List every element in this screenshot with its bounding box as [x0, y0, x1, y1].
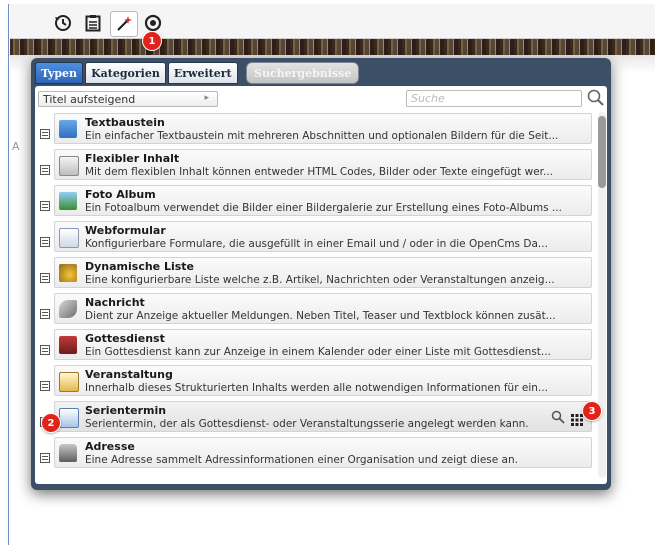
list-item[interactable]: Nachricht Dient zur Anzeige aktueller Mel…	[38, 292, 594, 326]
photo-album-icon	[59, 192, 77, 210]
type-title: Textbaustein	[85, 116, 165, 129]
type-title: Gottesdienst	[85, 332, 165, 345]
type-description: Serientermin, der als Gottesdienst- oder…	[85, 418, 529, 430]
type-title: Serientermin	[85, 404, 167, 417]
type-card[interactable]: Dynamische Liste Eine konfigurierbare Lis…	[54, 257, 592, 288]
search-input[interactable]	[406, 90, 582, 107]
callout-badge-2: 2	[42, 414, 60, 432]
grid-icon[interactable]	[571, 411, 583, 426]
drag-handle-icon[interactable]	[40, 160, 50, 175]
type-title: Foto Album	[85, 188, 156, 201]
list-item[interactable]: Gottesdienst Ein Gottesdienst kann zur An…	[38, 328, 594, 362]
type-card[interactable]: Textbaustein Ein einfacher Textbaustein m…	[54, 113, 592, 144]
type-title: Dynamische Liste	[85, 260, 195, 273]
event-icon	[59, 372, 79, 392]
type-description: Ein Fotoalbum verwendet die Bilder einer…	[85, 202, 562, 214]
list-item[interactable]: Dynamische Liste Eine konfigurierbare Lis…	[38, 256, 594, 290]
search-icon[interactable]	[551, 410, 565, 428]
scrollbar-thumb[interactable]	[598, 116, 606, 188]
editor-toolbar	[10, 4, 655, 39]
type-description: Konfigurierbare Formulare, die ausgefüll…	[85, 238, 548, 250]
drag-handle-icon[interactable]	[40, 196, 50, 211]
address-icon	[59, 444, 77, 462]
type-card[interactable]: Veranstaltung Innerhalb dieses Strukturie…	[54, 365, 592, 396]
news-icon	[59, 300, 77, 318]
clipboard-icon[interactable]	[82, 12, 104, 34]
type-description: Ein Gottesdienst kann zur Anzeige in ein…	[85, 346, 551, 358]
type-card[interactable]: Nachricht Dient zur Anzeige aktueller Mel…	[54, 293, 592, 324]
drag-handle-icon[interactable]	[40, 304, 50, 319]
drag-handle-icon[interactable]	[40, 376, 50, 391]
types-panel: Titel aufsteigend ▸ TextbausteinEin einf…	[35, 86, 607, 484]
tab-bar: Typen Kategorien Erweitert	[35, 62, 238, 84]
target-icon[interactable]	[142, 12, 164, 34]
list-item[interactable]: Veranstaltung Innerhalb dieses Strukturie…	[38, 364, 594, 398]
drag-handle-icon[interactable]	[40, 340, 50, 355]
callout-badge-3: 3	[583, 402, 601, 420]
series-event-icon	[59, 408, 79, 428]
gallery-dialog: Typen Kategorien Erweitert Suchergebniss…	[31, 58, 611, 490]
tab-erweitert[interactable]: Erweitert	[167, 62, 238, 84]
type-title: Adresse	[85, 440, 135, 453]
flexible-content-icon	[59, 156, 79, 176]
callout-badge-1: 1	[143, 32, 161, 50]
sort-select-value: Titel aufsteigend	[43, 92, 136, 106]
web-form-icon	[59, 228, 79, 248]
type-card[interactable]: Gottesdienst Ein Gottesdienst kann zur An…	[54, 329, 592, 360]
magic-wand-icon[interactable]	[110, 11, 138, 37]
type-list: Textbaustein Ein einfacher Textbaustein m…	[38, 112, 594, 478]
text-block-icon	[59, 120, 77, 138]
tab-kategorien[interactable]: Kategorien	[85, 62, 166, 84]
header-image	[10, 39, 655, 55]
list-item[interactable]: Webformular Konfigurierbare Formulare, di…	[38, 220, 594, 254]
sort-select[interactable]: Titel aufsteigend ▸	[38, 91, 218, 107]
tab-suchergebnisse: Suchergebnisse	[246, 62, 360, 84]
church-service-icon	[59, 336, 77, 354]
history-icon[interactable]	[52, 12, 74, 34]
type-description: Ein einfacher Textbaustein mit mehreren …	[85, 130, 559, 142]
dynamic-list-icon	[59, 264, 77, 282]
type-title: Nachricht	[85, 296, 145, 309]
page-fragment-text: A	[12, 140, 20, 153]
type-card[interactable]: Flexibler Inhalt Mit dem flexiblen Inhalt…	[54, 149, 592, 180]
list-item[interactable]: Serientermin Serientermin, der als Gottes…	[38, 400, 594, 434]
list-item[interactable]: Flexibler Inhalt Mit dem flexiblen Inhalt…	[38, 148, 594, 182]
search-icon[interactable]	[586, 88, 606, 108]
type-card[interactable]: Serientermin Serientermin, der als Gottes…	[54, 401, 592, 432]
type-description: Eine konfigurierbare Liste welche z.B. A…	[85, 274, 555, 286]
tab-typen[interactable]: Typen	[35, 62, 84, 84]
drag-handle-icon[interactable]	[40, 448, 50, 463]
type-description: Dient zur Anzeige aktueller Meldungen. N…	[85, 310, 556, 322]
drag-handle-icon[interactable]	[40, 124, 50, 139]
list-item[interactable]: Adresse Eine Adresse sammelt Adressinform…	[38, 436, 594, 470]
list-item[interactable]: Textbaustein Ein einfacher Textbaustein m…	[38, 112, 594, 146]
type-card[interactable]: Adresse Eine Adresse sammelt Adressinform…	[54, 437, 592, 468]
chevron-right-icon: ▸	[204, 93, 209, 103]
list-item[interactable]: Foto Album Ein Fotoalbum verwendet die Bi…	[38, 184, 594, 218]
drag-handle-icon[interactable]	[40, 232, 50, 247]
type-description: Innerhalb dieses Strukturierten Inhalts …	[85, 382, 548, 394]
list-scrollbar[interactable]	[598, 112, 606, 478]
drag-handle-icon[interactable]	[40, 268, 50, 283]
type-card[interactable]: Foto Album Ein Fotoalbum verwendet die Bi…	[54, 185, 592, 216]
type-description: Mit dem flexiblen Inhalt können entweder…	[85, 166, 554, 178]
type-description: Eine Adresse sammelt Adressinformationen…	[85, 454, 518, 466]
type-title: Veranstaltung	[85, 368, 173, 381]
type-title: Flexibler Inhalt	[85, 152, 180, 165]
type-card[interactable]: Webformular Konfigurierbare Formulare, di…	[54, 221, 592, 252]
type-title: Webformular	[85, 224, 166, 237]
